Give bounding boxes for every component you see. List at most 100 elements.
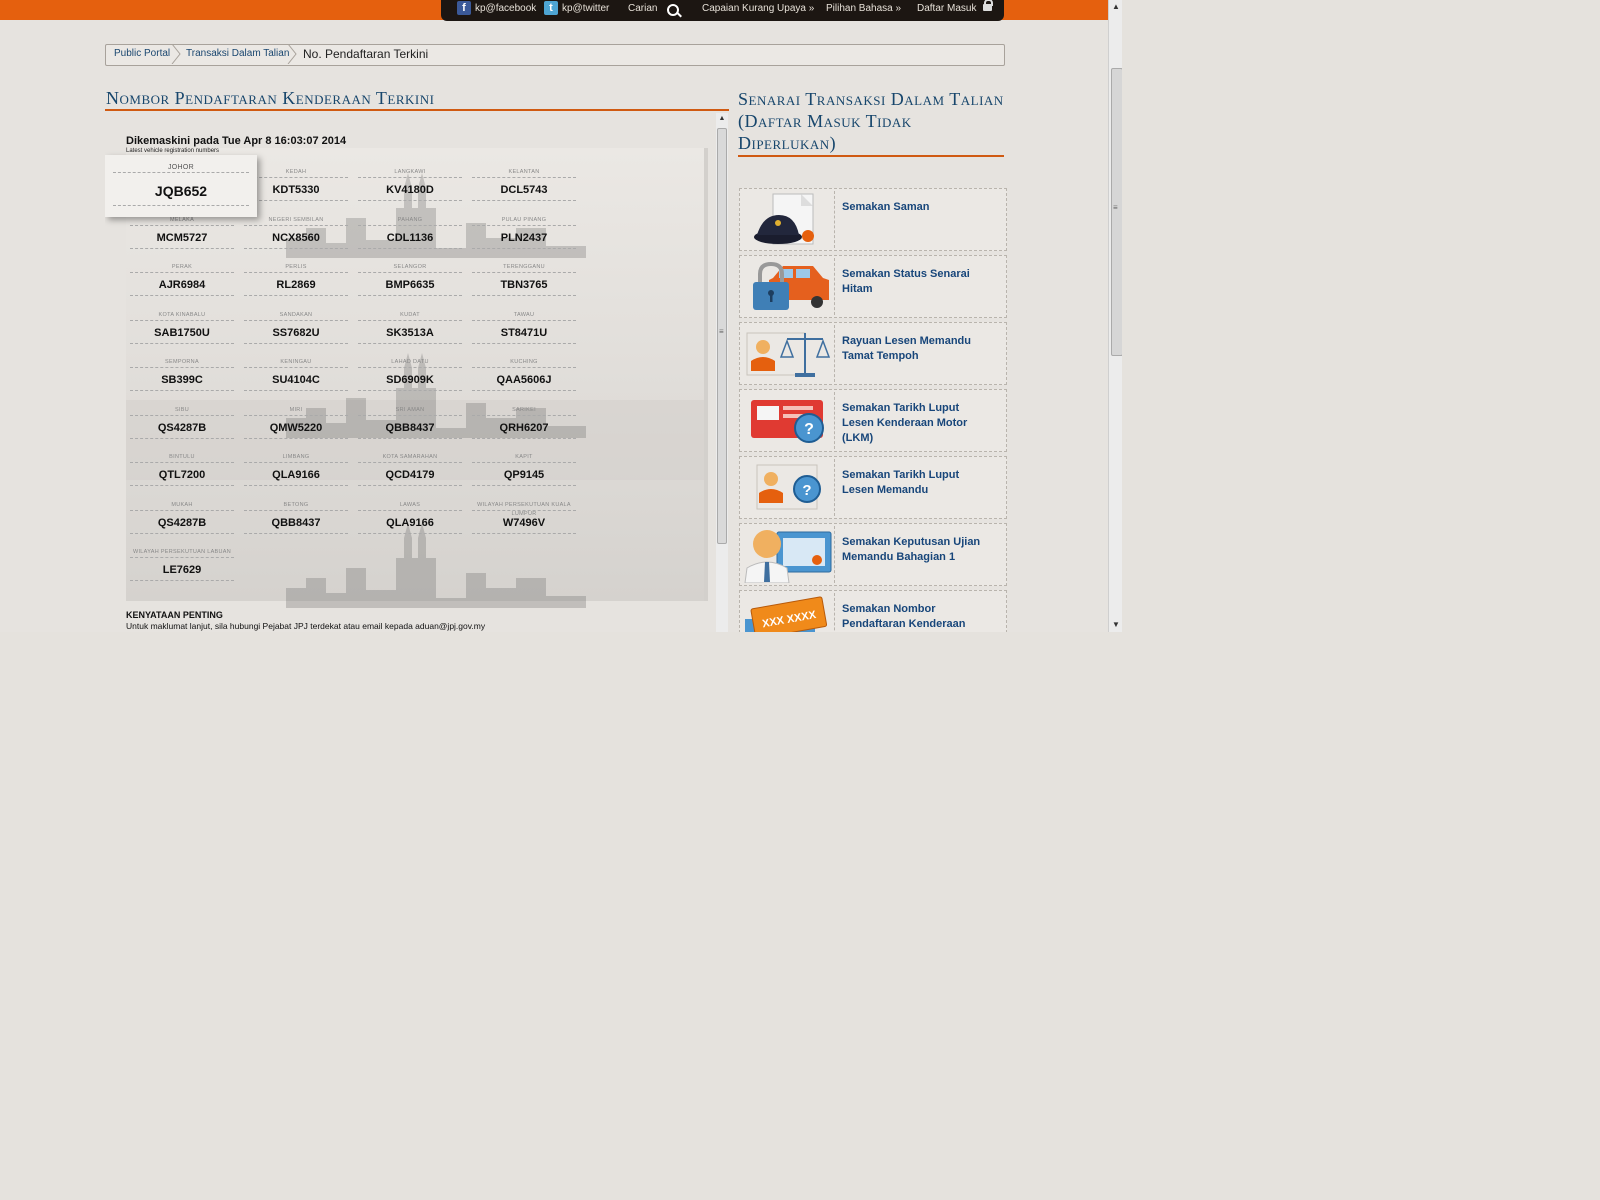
plate-item: WILAYAH PERSEKUTUAN LABUAN LE7629 [130, 548, 234, 588]
accessibility-menu[interactable]: Capaian Kurang Upaya » [702, 3, 814, 14]
plate-state: SRI AMAN [358, 406, 462, 416]
registration-panel[interactable]: Dikemaskini pada Tue Apr 8 16:03:07 2014… [105, 113, 729, 632]
search-link[interactable]: Carian [628, 3, 657, 14]
plate-number: AJR6984 [130, 279, 234, 296]
road-tax-expiry-icon: ? [743, 392, 835, 449]
plate-number: QTL7200 [130, 469, 234, 486]
sidebar-title-divider [738, 155, 1004, 157]
plate-state: KAPIT [472, 453, 576, 463]
panel-scrollbar[interactable]: ▲ ≡ [716, 113, 728, 632]
language-menu[interactable]: Pilihan Bahasa » [826, 3, 901, 14]
scroll-down-arrow-icon[interactable]: ▼ [1109, 618, 1122, 632]
plate-item: SEMPORNA SB399C [130, 358, 234, 398]
plate-number: SK3513A [358, 327, 462, 344]
service-semakan-saman[interactable]: Semakan Saman [739, 188, 1007, 251]
breadcrumb: Public Portal Transaksi Dalam Talian No.… [105, 44, 1005, 66]
lock-icon[interactable] [983, 0, 993, 11]
plate-number: W7496V [472, 517, 576, 534]
plate-state: SARIKEI [472, 406, 576, 416]
plate-item: KENINGAU SU4104C [244, 358, 348, 398]
plate-number: KV4180D [358, 184, 462, 201]
service-label[interactable]: Semakan Saman [842, 200, 992, 215]
facebook-link[interactable]: kp@facebook [475, 3, 536, 14]
plate-number: JQB652 [113, 183, 249, 206]
plate-number: QRH6207 [472, 422, 576, 439]
top-navigation: f kp@facebook t kp@twitter Carian Capaia… [441, 0, 1004, 21]
plate-number: QBB8437 [358, 422, 462, 439]
plate-item: PERAK AJR6984 [130, 263, 234, 303]
blacklist-car-lock-icon [743, 258, 835, 315]
plate-item: PULAU PINANG PLN2437 [472, 216, 576, 256]
scroll-up-arrow-icon[interactable]: ▲ [716, 113, 728, 125]
facebook-icon[interactable]: f [457, 1, 471, 15]
plate-number: QMW5220 [244, 422, 348, 439]
plate-item: LANGKAWI KV4180D [358, 168, 462, 208]
page-scrollbar-thumb[interactable] [1111, 68, 1122, 356]
scroll-up-arrow-icon[interactable]: ▲ [1109, 0, 1122, 14]
page-title: Nombor Pendaftaran Kenderaan Terkini [106, 88, 435, 108]
service-label[interactable]: Semakan Tarikh Luput Lesen Kenderaan Mot… [842, 401, 992, 446]
plate-item: PERLIS RL2869 [244, 263, 348, 303]
twitter-icon[interactable]: t [544, 1, 558, 15]
service-semakan-tarikh-luput-lesen-memandu[interactable]: ? Semakan Tarikh Luput Lesen Memandu [739, 456, 1007, 519]
plate-number: SB399C [130, 374, 234, 391]
plate-item: LIMBANG QLA9166 [244, 453, 348, 493]
plate-state: TERENGGANU [472, 263, 576, 273]
page-scrollbar[interactable]: ▲ ≡ ▼ [1108, 0, 1122, 632]
driving-test-result-icon [743, 526, 835, 584]
service-label[interactable]: Semakan Status Senarai Hitam [842, 267, 992, 297]
plate-number: BMP6635 [358, 279, 462, 296]
panel-scrollbar-thumb[interactable] [717, 128, 727, 544]
plate-item: SIBU QS4287B [130, 406, 234, 446]
plate-state: BINTULU [130, 453, 234, 463]
plate-item: KAPIT QP9145 [472, 453, 576, 493]
svg-text:?: ? [802, 482, 811, 499]
plate-number: SAB1750U [130, 327, 234, 344]
plate-state: KEDAH [244, 168, 348, 178]
plate-item: MUKAH QS4287B [130, 501, 234, 541]
plate-state: JOHOR [113, 163, 249, 173]
plate-item: SANDAKAN SS7682U [244, 311, 348, 351]
service-label[interactable]: Rayuan Lesen Memandu Tamat Tempoh [842, 334, 992, 364]
sidebar-title: Senarai Transaksi Dalam Talian (Daftar M… [738, 89, 1004, 153]
plate-item: MIRI QMW5220 [244, 406, 348, 446]
plate-state: KENINGAU [244, 358, 348, 368]
service-semakan-nombor-pendaftaran[interactable]: XXX XXXX Semakan Nombor Pendaftaran Kend… [739, 590, 1007, 632]
plate-number: CDL1136 [358, 232, 462, 249]
plate-item: KELANTAN DCL5743 [472, 168, 576, 208]
plate-item: KOTA SAMARAHAN QCD4179 [358, 453, 462, 493]
plate-number: QLA9166 [358, 517, 462, 534]
plate-item: LAHAD DATU SD6909K [358, 358, 462, 398]
plate-item: KOTA KINABALU SAB1750U [130, 311, 234, 351]
plate-state: SEMPORNA [130, 358, 234, 368]
plate-state: TAWAU [472, 311, 576, 321]
plate-state: KELANTAN [472, 168, 576, 178]
notice-text: Untuk maklumat lanjut, sila hubungi Peja… [126, 621, 486, 631]
plate-number: QLA9166 [244, 469, 348, 486]
service-semakan-tarikh-luput-lkm[interactable]: ? Semakan Tarikh Luput Lesen Kenderaan M… [739, 389, 1007, 452]
service-label[interactable]: Semakan Tarikh Luput Lesen Memandu [842, 468, 992, 498]
plate-item: SELANGOR BMP6635 [358, 263, 462, 303]
registration-plate-icon: XXX XXXX [743, 593, 835, 632]
service-semakan-status-senarai-hitam[interactable]: Semakan Status Senarai Hitam [739, 255, 1007, 318]
twitter-link[interactable]: kp@twitter [562, 3, 609, 14]
plate-item: SARIKEI QRH6207 [472, 406, 576, 446]
plate-number: ST8471U [472, 327, 576, 344]
service-semakan-keputusan-ujian[interactable]: Semakan Keputusan Ujian Memandu Bahagian… [739, 523, 1007, 586]
service-rayuan-lesen-memandu[interactable]: Rayuan Lesen Memandu Tamat Tempoh [739, 322, 1007, 385]
plate-item: KEDAH KDT5330 [244, 168, 348, 208]
grip-icon: ≡ [1113, 203, 1118, 212]
plate-number: SD6909K [358, 374, 462, 391]
svg-text:?: ? [804, 421, 814, 438]
plate-number: TBN3765 [472, 279, 576, 296]
breadcrumb-online-transactions[interactable]: Transaksi Dalam Talian [186, 48, 289, 59]
plate-state: MIRI [244, 406, 348, 416]
service-label[interactable]: Semakan Keputusan Ujian Memandu Bahagian… [842, 535, 992, 565]
login-link[interactable]: Daftar Masuk [917, 3, 976, 14]
breadcrumb-home[interactable]: Public Portal [114, 48, 170, 59]
search-icon[interactable] [667, 4, 679, 16]
plate-item: PAHANG CDL1136 [358, 216, 462, 256]
service-label[interactable]: Semakan Nombor Pendaftaran Kenderaan Ter… [842, 602, 992, 632]
online-services-list: Semakan Saman Semakan Status Senarai Hit… [739, 188, 1007, 632]
plate-number: NCX8560 [244, 232, 348, 249]
